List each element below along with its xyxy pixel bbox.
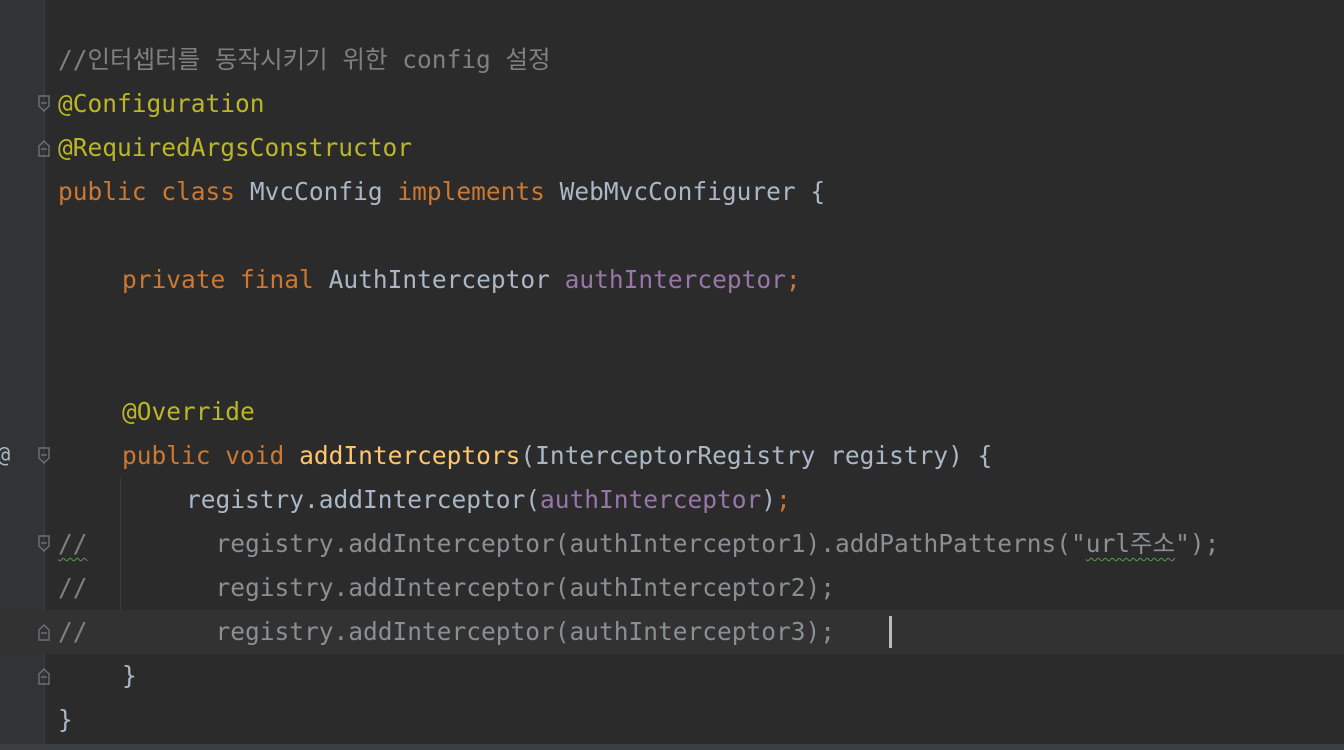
keyword: public (58, 177, 147, 206)
commented-code: registry.addInterceptor(authInterceptor2… (215, 573, 836, 602)
call-suffix: ) (761, 485, 777, 514)
code-line-6[interactable]: private final AuthInterceptor authInterc… (0, 258, 1344, 302)
brace: { (977, 441, 993, 470)
closing-brace-line: } (58, 654, 137, 698)
comment-marker: // (58, 529, 88, 558)
comment-text: //인터셉터를 동작시키기 위한 config 설정 (58, 45, 551, 74)
fold-end-icon[interactable] (37, 622, 51, 642)
code-editor[interactable]: //인터셉터를 동작시키기 위한 config 설정 @Configuratio… (0, 0, 1344, 750)
comment-marker: // (58, 573, 88, 602)
keyword: implements (397, 177, 545, 206)
brace: } (58, 705, 73, 734)
closing-brace-line: } (58, 698, 73, 742)
field-reference: authInterceptor (540, 485, 762, 514)
param-name: registry (830, 441, 949, 470)
commented-code: "); (1175, 529, 1220, 558)
method-name: addInterceptors (299, 441, 521, 470)
comment-marker: // (58, 617, 88, 646)
keyword: public (122, 441, 211, 470)
code-line-3[interactable]: @RequiredArgsConstructor (0, 126, 1344, 170)
class-declaration: public class MvcConfig implements WebMvc… (58, 170, 825, 214)
field-declaration: private final AuthInterceptor authInterc… (58, 258, 801, 302)
code-line-15[interactable]: } (0, 654, 1344, 698)
annotation: @Configuration (58, 89, 265, 118)
semicolon: ; (776, 485, 791, 514)
annotation: @Override (122, 397, 255, 426)
editor-bottom-border (0, 744, 1344, 750)
class-name: MvcConfig (249, 177, 383, 206)
statement: registry.addInterceptor(authInterceptor)… (58, 478, 791, 522)
interface-name: WebMvcConfigurer (559, 177, 796, 206)
override-method-icon[interactable]: @ (0, 434, 17, 478)
commented-statement: // registry.addInterceptor(authIntercepto… (58, 566, 835, 610)
code-line-4[interactable]: public class MvcConfig implements WebMvc… (0, 170, 1344, 214)
keyword: void (225, 441, 285, 470)
code-line-2[interactable]: @Configuration (0, 82, 1344, 126)
code-line-12[interactable]: // registry.addInterceptor(authIntercepto… (0, 522, 1344, 566)
commented-code: registry.addInterceptor(authInterceptor3… (215, 617, 836, 646)
semicolon: ; (785, 265, 801, 294)
fold-end-icon[interactable] (37, 666, 51, 686)
code-line-10[interactable]: @ public void addInterceptors(Intercepto… (0, 434, 1344, 478)
paren: ( (520, 441, 536, 470)
field-name: authInterceptor (564, 265, 786, 294)
param-type: InterceptorRegistry (535, 441, 816, 470)
annotation-line: @Override (58, 390, 255, 434)
commented-code-typo: url주소 (1085, 529, 1176, 558)
code-line-14[interactable]: // registry.addInterceptor(authIntercepto… (0, 610, 1344, 654)
annotation: @RequiredArgsConstructor (58, 133, 413, 162)
fold-start-icon[interactable] (37, 94, 51, 114)
text-caret (889, 616, 892, 648)
commented-code: registry.addInterceptor(authInterceptor1… (215, 529, 1086, 558)
commented-statement: // registry.addInterceptor(authIntercepto… (58, 610, 835, 654)
keyword: class (161, 177, 236, 206)
brace: { (810, 177, 826, 206)
code-line-11[interactable]: registry.addInterceptor(authInterceptor)… (0, 478, 1344, 522)
method-declaration: public void addInterceptors(InterceptorR… (58, 434, 992, 478)
keyword: final (240, 265, 314, 294)
code-line-9[interactable]: @Override (0, 390, 1344, 434)
call-prefix: registry.addInterceptor( (186, 485, 541, 514)
keyword: private (122, 265, 226, 294)
code-line-13[interactable]: // registry.addInterceptor(authIntercepto… (0, 566, 1344, 610)
code-line-1[interactable]: //인터셉터를 동작시키기 위한 config 설정 (0, 38, 1344, 82)
fold-end-icon[interactable] (37, 138, 51, 158)
code-line-16[interactable]: } (0, 698, 1344, 742)
commented-statement: // registry.addInterceptor(authIntercepto… (58, 522, 1219, 566)
brace: } (122, 661, 137, 690)
paren: ) (948, 441, 963, 470)
fold-start-icon[interactable] (37, 446, 51, 466)
fold-start-icon[interactable] (37, 534, 51, 554)
type-name: AuthInterceptor (328, 265, 550, 294)
